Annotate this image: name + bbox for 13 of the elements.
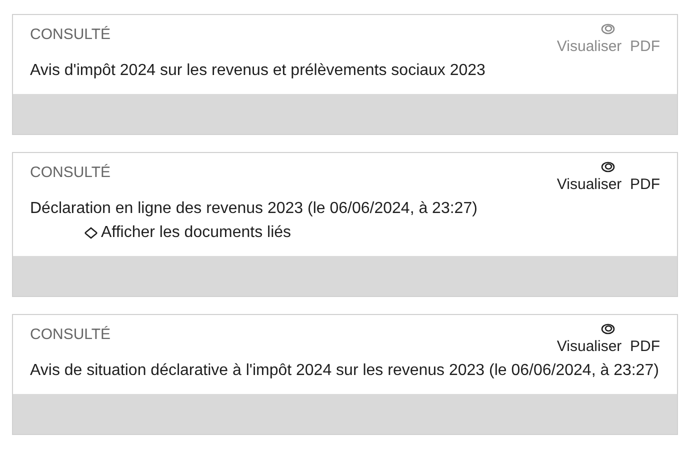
status-label: CONSULTÉ — [30, 25, 111, 45]
document-title: Déclaration en ligne des revenus 2023 (le 06/06/2024, à 23:27) — [30, 199, 478, 219]
status-label: CONSULTÉ — [30, 163, 111, 183]
eye-icon — [601, 161, 616, 173]
document-title: Avis d'impôt 2024 sur les revenus et prélèvements sociaux 2023 — [30, 61, 486, 81]
eye-icon — [601, 23, 616, 35]
related-documents-link[interactable]: Afficher les documents liés — [84, 221, 292, 245]
eye-icon — [601, 323, 616, 335]
expand-icon — [84, 227, 98, 239]
view-pdf-button[interactable]: Visualiser PDF — [556, 161, 660, 194]
document-title: Avis de situation déclarative à l'impôt 2024 sur les revenus 2023 (le 06/06/2024, à 23:27) — [30, 361, 660, 381]
view-pdf-button[interactable]: Visualiser PDF — [556, 323, 660, 356]
status-label: CONSULTÉ — [30, 325, 111, 345]
